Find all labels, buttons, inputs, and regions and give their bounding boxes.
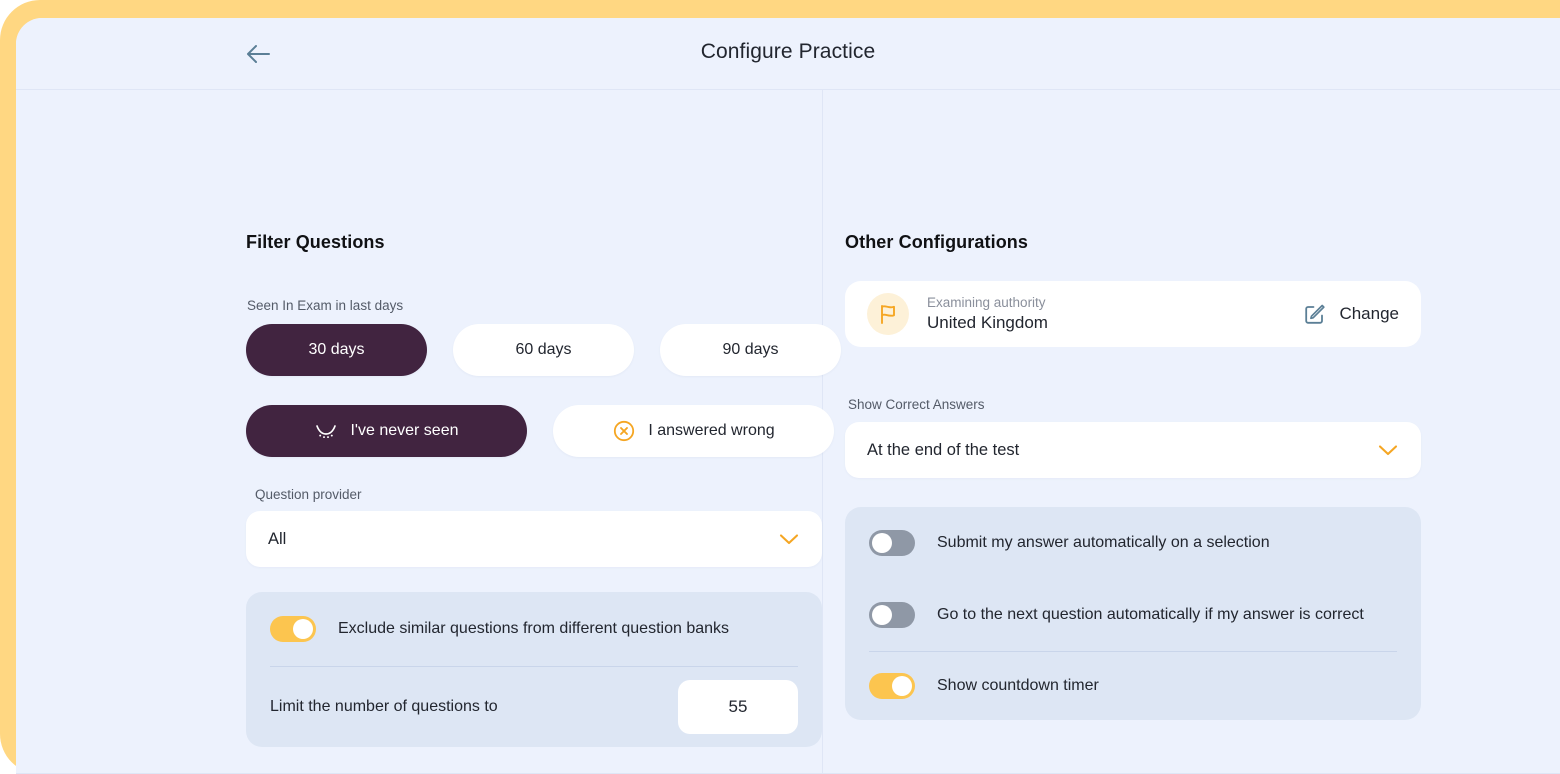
show-correct-answers-label: Show Correct Answers (848, 397, 985, 412)
question-provider-value: All (268, 529, 287, 548)
question-options-card: Exclude similar questions from different… (246, 592, 822, 747)
exclude-similar-row: Exclude similar questions from different… (246, 592, 822, 666)
other-configurations-panel: Other Configurations Examining authority… (823, 90, 1560, 773)
days-pill-60[interactable]: 60 days (453, 324, 634, 376)
seen-status-group: I've never seen I answered wrong (246, 405, 834, 457)
eye-closed-icon (316, 425, 337, 439)
toggle-knob (872, 605, 892, 625)
change-authority-label: Change (1339, 304, 1399, 323)
chevron-down-icon (1378, 445, 1398, 456)
window-header: Configure Practice (16, 18, 1560, 90)
page-title: Configure Practice (700, 40, 876, 63)
days-pill-60-label: 60 days (515, 341, 572, 358)
flag-icon (881, 305, 895, 324)
question-provider-label: Question provider (255, 487, 362, 502)
auto-next-toggle[interactable] (869, 602, 915, 628)
never-seen-pill-label: I've never seen (350, 422, 459, 439)
toggle-knob (293, 619, 313, 639)
auto-submit-row: Submit my answer automatically on a sele… (845, 507, 1421, 579)
app-root: Configure Practice Filter Questions Seen… (0, 0, 1560, 774)
limit-questions-input[interactable] (678, 680, 798, 734)
auto-submit-toggle[interactable] (869, 530, 915, 556)
countdown-timer-row: Show countdown timer (845, 652, 1421, 720)
examining-authority-text: Examining authority United Kingdom (927, 293, 1048, 336)
content-area: Filter Questions Seen In Exam in last da… (16, 90, 1560, 774)
exclude-similar-label: Exclude similar questions from different… (338, 620, 730, 637)
countdown-timer-toggle[interactable] (869, 673, 915, 699)
seen-in-exam-label: Seen In Exam in last days (247, 298, 404, 313)
other-configurations-heading: Other Configurations (845, 232, 1028, 252)
show-correct-answers-select[interactable]: At the end of the test (845, 422, 1421, 478)
never-seen-pill[interactable]: I've never seen (246, 405, 527, 457)
examining-authority-card: Examining authority United Kingdom Chang… (845, 281, 1421, 347)
answered-wrong-pill-label: I answered wrong (648, 422, 775, 439)
toggle-knob (892, 676, 912, 696)
examining-authority-caption: Examining authority (927, 294, 1046, 310)
practice-options-card: Submit my answer automatically on a sele… (845, 507, 1421, 720)
configure-practice-window: Configure Practice Filter Questions Seen… (16, 18, 1560, 774)
days-pill-90[interactable]: 90 days (660, 324, 841, 376)
auto-submit-label: Submit my answer automatically on a sele… (937, 534, 1270, 551)
auto-next-row: Go to the next question automatically if… (845, 579, 1421, 651)
auto-next-label: Go to the next question automatically if… (937, 606, 1364, 623)
filter-questions-panel: Filter Questions Seen In Exam in last da… (16, 90, 841, 773)
toggle-knob (872, 533, 892, 553)
limit-questions-label: Limit the number of questions to (270, 698, 498, 715)
exclude-similar-toggle[interactable] (270, 616, 316, 642)
limit-questions-row: Limit the number of questions to (246, 667, 822, 747)
edit-square-icon (1305, 304, 1326, 324)
days-pill-30[interactable]: 30 days (246, 324, 427, 376)
circle-x-icon (614, 420, 635, 442)
answered-wrong-pill[interactable]: I answered wrong (553, 405, 834, 457)
chevron-down-icon (779, 534, 799, 545)
countdown-timer-label: Show countdown timer (937, 677, 1099, 694)
examining-authority-value: United Kingdom (927, 313, 1048, 333)
filter-questions-heading: Filter Questions (246, 232, 385, 252)
days-pill-90-label: 90 days (722, 341, 779, 358)
show-correct-answers-value: At the end of the test (867, 440, 1020, 459)
days-filter-group: 30 days 60 days 90 days (246, 324, 841, 376)
days-pill-30-label: 30 days (308, 341, 365, 358)
change-authority-button[interactable]: Change (1303, 302, 1399, 326)
question-provider-select[interactable]: All (246, 511, 822, 567)
flag-icon-badge (867, 293, 909, 335)
